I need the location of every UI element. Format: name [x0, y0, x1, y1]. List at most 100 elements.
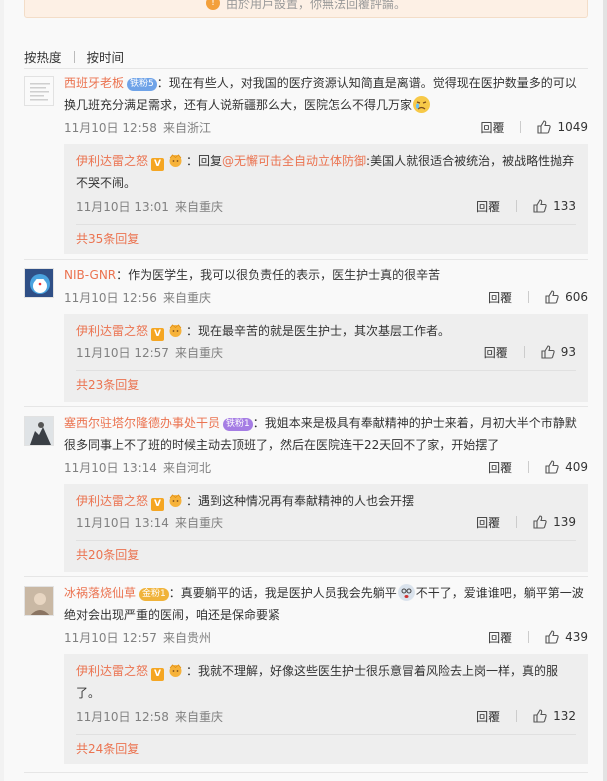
more-replies-link[interactable]: 共35条回复 [76, 230, 139, 247]
avatar[interactable] [24, 586, 54, 616]
crying-face-icon [413, 96, 431, 113]
avatar[interactable] [24, 76, 54, 106]
like-button[interactable]: 409 [545, 460, 588, 474]
like-button[interactable]: 439 [545, 630, 588, 644]
sub-reply-username[interactable]: 伊利达雷之怒 [76, 154, 148, 168]
sub-reply-box: 伊利达雷之怒 V ：回复@无懈可击全自动立体防御:美国人就很适合被统治，被战略性抛弃… [64, 144, 588, 254]
verified-v-icon: V [151, 158, 165, 171]
crown-badge-icon [167, 662, 184, 677]
sub-reply-source: 来自重庆 [174, 345, 223, 360]
comment-meta: 11月10日 12:58 来自浙江 回覆 1049 [64, 118, 588, 136]
sub-reply-prefix: ：回复 [186, 154, 223, 168]
sub-reply-text: 伊利达雷之怒 V ：遇到这种情况再有奉献精神的人也会开摆 [76, 490, 576, 512]
thumbs-up-icon [533, 199, 547, 213]
thumbs-up-icon [533, 515, 547, 529]
comment-time: 11月10日 12:57 [64, 630, 157, 645]
like-button[interactable]: 606 [545, 290, 588, 304]
sub-reply-meta: 11月10日 12:58 来自重庆 回覆 132 [76, 707, 576, 725]
fan-badge: 铁粉1 [223, 418, 253, 431]
fan-badge: 金粉1 [139, 588, 169, 601]
verified-v-icon: V [151, 498, 165, 511]
warning-icon: ! [205, 0, 220, 10]
sort-bar: 按热度 按时间 [24, 47, 124, 66]
comment-meta: 11月10日 12:57 来自贵州 回覆 439 [64, 628, 588, 646]
thumbs-up-icon [545, 290, 559, 304]
divider [516, 200, 518, 212]
sub-reply-prefix: ： [186, 324, 199, 338]
like-count: 409 [565, 460, 588, 474]
avatar[interactable] [24, 416, 54, 446]
verified-v-icon: V [151, 668, 165, 681]
thumbs-up-icon [533, 709, 547, 723]
sort-by-heat[interactable]: 按热度 [24, 47, 62, 66]
comment-time: 11月10日 12:56 [64, 290, 157, 305]
reply-button[interactable]: 回覆 [476, 198, 500, 215]
reply-button[interactable]: 回覆 [488, 289, 512, 306]
comment-source: 来自贵州 [162, 630, 211, 645]
sub-reply-prefix: ： [186, 664, 199, 678]
comment-text: 冰祸落烧仙草 金粉1 ：真要躺平的话，我是医护人员我会先躺平 不干了，爱谁谁吧，躺平第… [64, 582, 588, 626]
divider [76, 540, 576, 541]
like-count: 1049 [557, 120, 588, 134]
divider [516, 516, 518, 528]
comment-time: 11月10日 12:58 [64, 120, 157, 135]
mention-link[interactable]: @无懈可击全自动立体防御 [222, 154, 366, 168]
comment-time: 11月10日 13:14 [64, 460, 157, 475]
scrollbar[interactable] [603, 0, 607, 781]
sub-reply-prefix: ： [186, 494, 199, 508]
sub-reply-username[interactable]: 伊利达雷之怒 [76, 664, 148, 678]
dizzy-face-icon [397, 584, 415, 601]
divider [520, 121, 522, 133]
sub-reply-meta: 11月10日 13:01 来自重庆 回覆 133 [76, 197, 576, 215]
sub-reply-body: 我就不理解，好像这些医生护士很乐意冒着风险去上岗一样，真的服了。 [76, 664, 559, 700]
divider [24, 259, 588, 260]
sub-reply-time: 11月10日 13:01 [76, 199, 169, 214]
more-replies-link[interactable]: 共24条回复 [76, 740, 139, 757]
reply-button[interactable]: 回覆 [476, 708, 500, 725]
sort-by-time[interactable]: 按时间 [87, 47, 125, 66]
divider [24, 772, 588, 773]
divider [24, 68, 588, 69]
sub-reply-body: 遇到这种情况再有奉献精神的人也会开摆 [198, 494, 415, 508]
like-count: 132 [553, 709, 576, 723]
thumbs-up-icon [545, 460, 559, 474]
sub-reply-source: 来自重庆 [174, 515, 223, 530]
sub-reply-body: 现在最辛苦的就是医生护士，其次基层工作者。 [198, 324, 451, 338]
like-button[interactable]: 132 [533, 709, 576, 723]
like-button[interactable]: 139 [533, 515, 576, 529]
reply-button[interactable]: 回覆 [480, 119, 504, 136]
divider [528, 461, 530, 473]
sub-reply-username[interactable]: 伊利达雷之怒 [76, 494, 148, 508]
more-replies-link[interactable]: 共23条回复 [76, 376, 139, 393]
comment-username[interactable]: NIB-GNR [64, 268, 116, 282]
like-button[interactable]: 1049 [537, 120, 588, 134]
divider [76, 370, 576, 371]
comment-text: 西班牙老板 铁粉5 ：现在有些人，对我国的医疗资源认知简直是离谱。觉得现在医护数量多… [64, 72, 588, 116]
sub-reply-text: 伊利达雷之怒 V ：我就不理解，好像这些医生护士很乐意冒着风险去上岗一样，真的服了。 [76, 660, 576, 704]
more-replies-link[interactable]: 共20条回复 [76, 546, 139, 563]
comment-source: 来自重庆 [162, 290, 211, 305]
sub-reply-time: 11月10日 12:58 [76, 709, 169, 724]
sub-reply-source: 来自重庆 [174, 199, 223, 214]
reply-button[interactable]: 回覆 [476, 514, 500, 531]
sub-reply-username[interactable]: 伊利达雷之怒 [76, 324, 148, 338]
crown-badge-icon [167, 492, 184, 507]
verified-v-icon: V [151, 328, 165, 341]
comment-username[interactable]: 西班牙老板 [64, 76, 124, 90]
sort-divider [73, 50, 75, 63]
comment-body: ：作为医学生，我可以很负责任的表示，医生护士真的很辛苦 [116, 268, 441, 282]
sub-reply-source: 来自重庆 [174, 709, 223, 724]
reply-button[interactable]: 回覆 [488, 459, 512, 476]
comment-username[interactable]: 塞西尔驻塔尔隆德办事处干员 [64, 416, 220, 430]
comment-meta: 11月10日 12:56 来自重庆 回覆 606 [64, 288, 588, 306]
like-button[interactable]: 93 [541, 345, 576, 359]
sub-reply-text: 伊利达雷之怒 V ：现在最辛苦的就是医生护士，其次基层工作者。 [76, 320, 576, 342]
comment-username[interactable]: 冰祸落烧仙草 [64, 586, 136, 600]
reply-button[interactable]: 回覆 [484, 344, 508, 361]
like-count: 133 [553, 199, 576, 213]
like-count: 439 [565, 630, 588, 644]
thumbs-up-icon [537, 120, 552, 134]
avatar[interactable] [24, 268, 54, 298]
like-button[interactable]: 133 [533, 199, 576, 213]
reply-button[interactable]: 回覆 [488, 629, 512, 646]
